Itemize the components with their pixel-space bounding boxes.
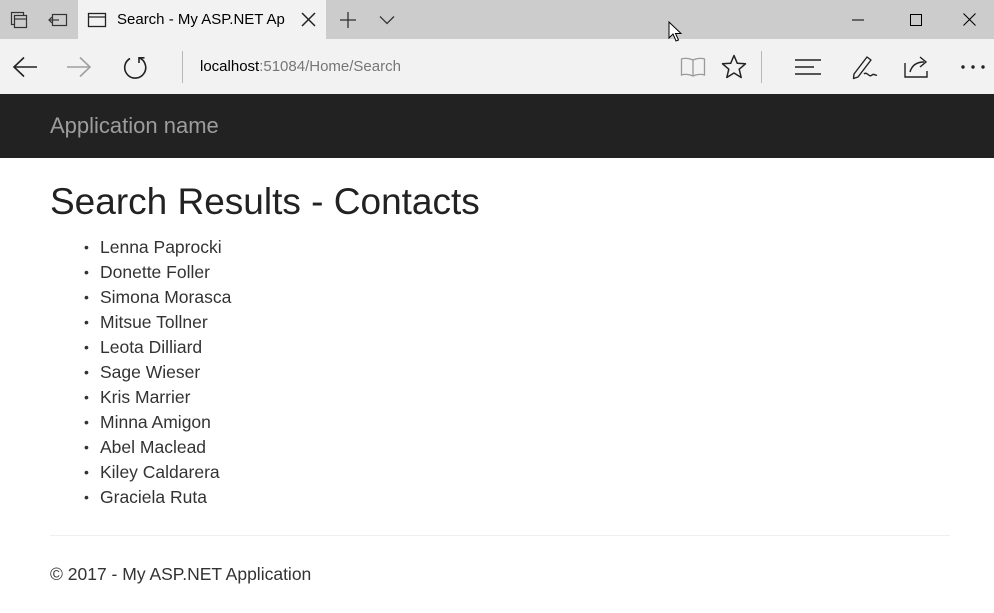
browser-titlebar: Search - My ASP.NET Ap xyxy=(0,0,994,39)
contact-name: Donette Foller xyxy=(100,262,210,282)
contact-name: Graciela Ruta xyxy=(100,487,207,507)
contact-list-item: • Donette Foller xyxy=(50,260,231,285)
brand-link[interactable]: Application name xyxy=(50,113,219,139)
list-bullet: • xyxy=(84,289,89,305)
page-title: Search Results - Contacts xyxy=(50,181,480,222)
active-tab[interactable]: Search - My ASP.NET Ap xyxy=(78,0,326,39)
tab-title: Search - My ASP.NET Ap xyxy=(117,11,285,28)
window-close-icon[interactable] xyxy=(945,0,994,39)
contact-name: Kiley Caldarera xyxy=(100,462,220,482)
contact-name: Minna Amigon xyxy=(100,412,211,432)
list-bullet: • xyxy=(84,364,89,380)
list-bullet: • xyxy=(84,264,89,280)
contact-name: Lenna Paprocki xyxy=(100,237,222,257)
contact-name: Leota Dilliard xyxy=(100,337,203,357)
footer-divider xyxy=(50,535,950,536)
list-bullet: • xyxy=(84,314,89,330)
favorite-star-icon[interactable] xyxy=(717,39,751,94)
site-navbar: Application name xyxy=(0,94,994,158)
new-tab-icon[interactable] xyxy=(330,0,366,39)
hub-icon[interactable] xyxy=(790,39,826,94)
mouse-cursor-icon xyxy=(668,21,682,42)
page-icon xyxy=(86,0,108,39)
refresh-icon[interactable] xyxy=(114,39,156,94)
contact-list-item: • Mitsue Tollner xyxy=(50,310,231,335)
tab-set-aside-icon[interactable] xyxy=(0,0,37,39)
contact-results-list: • Lenna Paprocki • Donette Foller • Simona Mo… xyxy=(50,235,231,510)
contact-name: Abel Maclead xyxy=(100,437,207,457)
list-bullet: • xyxy=(84,389,89,405)
contact-list-item: • Kris Marrier xyxy=(50,385,231,410)
contact-list-item: • Abel Maclead xyxy=(50,435,231,460)
list-bullet: • xyxy=(84,414,89,430)
share-icon[interactable] xyxy=(899,39,935,94)
more-ellipsis-icon[interactable] xyxy=(954,39,992,94)
contact-name: Mitsue Tollner xyxy=(100,312,208,332)
forward-icon[interactable] xyxy=(58,39,100,94)
minimize-icon[interactable] xyxy=(829,0,887,39)
tab-preview-icon[interactable] xyxy=(39,0,77,39)
contact-name: Sage Wieser xyxy=(100,362,201,382)
tab-list-chevron-icon[interactable] xyxy=(370,0,404,39)
list-bullet: • xyxy=(84,464,89,480)
address-host: localhost xyxy=(200,58,260,75)
contact-name: Simona Morasca xyxy=(100,287,232,307)
footer-text: © 2017 - My ASP.NET Application xyxy=(50,564,312,584)
contact-list-item: • Simona Morasca xyxy=(50,285,231,310)
list-bullet: • xyxy=(84,339,89,355)
browser-toolbar: localhost:51084/Home/Search xyxy=(0,39,994,94)
toolbar-separator xyxy=(761,51,762,83)
web-note-pen-icon[interactable] xyxy=(846,39,882,94)
list-bullet: • xyxy=(84,439,89,455)
address-path: :51084/Home/Search xyxy=(259,58,401,75)
list-bullet: • xyxy=(84,489,89,505)
back-icon[interactable] xyxy=(4,39,46,94)
address-separator xyxy=(182,51,183,83)
contact-list-item: • Sage Wieser xyxy=(50,360,231,385)
contact-list-item: • Lenna Paprocki xyxy=(50,235,231,260)
maximize-icon[interactable] xyxy=(887,0,945,39)
list-bullet: • xyxy=(84,239,89,255)
contact-list-item: • Kiley Caldarera xyxy=(50,460,231,485)
contact-list-item: • Graciela Ruta xyxy=(50,485,231,510)
contact-list-item: • Minna Amigon xyxy=(50,410,231,435)
contact-list-item: • Leota Dilliard xyxy=(50,335,231,360)
close-tab-icon[interactable] xyxy=(299,10,318,29)
reading-view-icon[interactable] xyxy=(676,39,710,94)
address-bar[interactable]: localhost:51084/Home/Search xyxy=(200,57,401,77)
contact-name: Kris Marrier xyxy=(100,387,191,407)
